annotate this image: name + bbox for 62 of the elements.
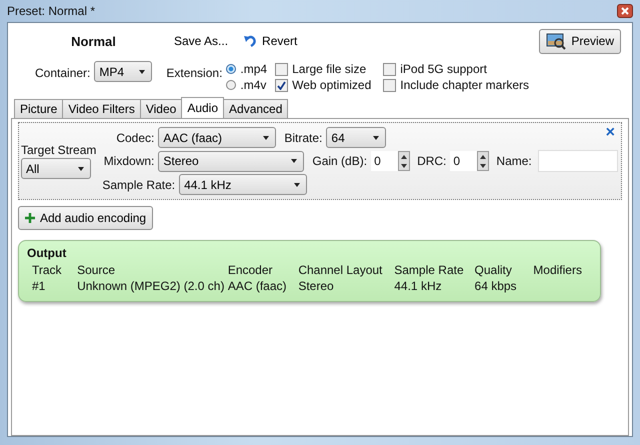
checkbox-option[interactable]: Web optimized	[275, 77, 372, 93]
container-label: Container:	[35, 66, 90, 80]
column-header: Source	[77, 263, 116, 279]
drc-label: DRC:	[417, 154, 446, 168]
column-header: Channel Layout	[298, 263, 384, 279]
column-header: Track	[32, 263, 63, 279]
undo-icon	[244, 35, 258, 47]
bitrate-dropdown[interactable]: 64	[326, 127, 386, 148]
output-title: Output	[27, 246, 68, 260]
checkbox-option[interactable]: Include chapter markers	[383, 77, 529, 93]
column-header: Encoder	[228, 263, 274, 279]
tab[interactable]: Video	[140, 99, 182, 118]
column-header: Modifiers	[533, 263, 583, 279]
caret-icon	[291, 159, 298, 163]
close-button[interactable]	[617, 4, 633, 18]
preview-icon	[546, 32, 566, 50]
sample-rate-dropdown[interactable]: 44.1 kHz	[179, 174, 308, 195]
tab[interactable]: Video Filters	[62, 99, 141, 118]
extension-label: Extension:	[166, 66, 222, 80]
table-cell-text: 44.1 kHz	[394, 279, 443, 295]
caret-icon	[139, 70, 146, 74]
caret-icon	[294, 182, 300, 186]
target-stream-label: Target Stream	[21, 143, 96, 157]
checkbox-option[interactable]: Large file size	[275, 61, 372, 77]
bitrate-label: Bitrate:	[284, 130, 322, 144]
column-header: Quality	[474, 263, 513, 279]
table-cell-text: Stereo	[298, 279, 335, 295]
caret-icon	[78, 166, 84, 170]
preset-name: Normal	[70, 34, 117, 48]
sample-rate-label: Sample Rate:	[102, 178, 176, 192]
table-cell-text: #1	[32, 279, 46, 295]
target-stream-dropdown[interactable]: All	[21, 158, 91, 179]
plus-icon	[25, 213, 35, 223]
table-cell-text: AAC (faac)	[228, 279, 288, 295]
gain-spinner[interactable]: 0	[371, 151, 410, 171]
gain-label: Gain (dB):	[312, 154, 368, 168]
name-field[interactable]	[538, 150, 618, 172]
remove-button[interactable]: ×	[606, 125, 615, 141]
drc-spinner[interactable]: 0	[450, 151, 490, 171]
save-as-button[interactable]: Save As...	[166, 34, 236, 48]
revert-button[interactable]: Revert	[236, 34, 306, 48]
column-header: Sample Rate	[394, 263, 465, 279]
close-icon	[621, 7, 629, 15]
radio-option[interactable]: .mp4	[226, 61, 268, 77]
name-label: Name:	[496, 154, 532, 168]
tab[interactable]: Picture	[14, 99, 64, 118]
table-cell-text: 64 kbps	[474, 279, 518, 295]
window-title: Preset: Normal *	[7, 4, 96, 18]
mixdown-label: Mixdown:	[102, 154, 154, 168]
preview-button[interactable]: Preview	[539, 28, 621, 54]
mixdown-dropdown[interactable]: Stereo	[158, 150, 304, 172]
check-icon	[277, 80, 286, 90]
container-dropdown[interactable]: MP4	[94, 61, 152, 82]
codec-dropdown[interactable]: AAC (faac)	[158, 127, 276, 148]
radio-option[interactable]: .m4v	[226, 77, 268, 93]
tab[interactable]: Advanced	[223, 99, 288, 118]
add-audio-button[interactable]: Add audio encoding	[18, 206, 154, 230]
table-cell-text: Unknown (MPEG2) (2.0 ch)	[77, 279, 226, 295]
caret-icon	[373, 136, 380, 140]
codec-label: Codec:	[115, 130, 154, 144]
caret-icon	[263, 136, 270, 140]
checkbox-option[interactable]: iPod 5G support	[383, 61, 529, 77]
